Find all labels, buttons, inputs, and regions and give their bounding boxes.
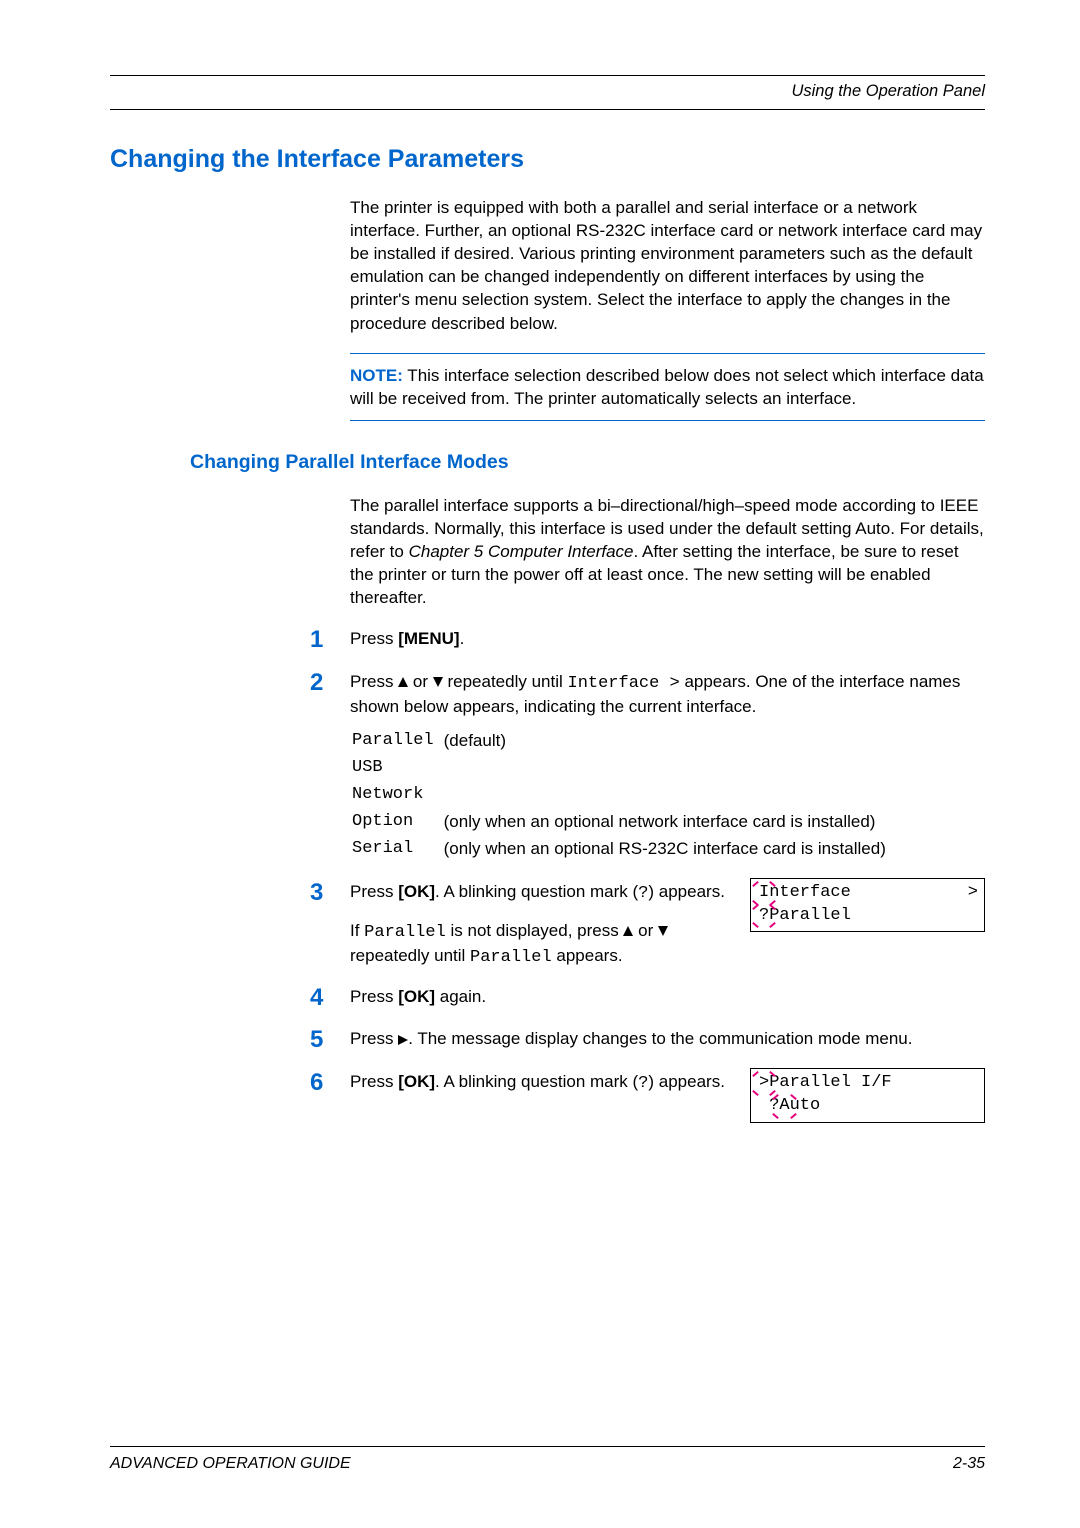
t: Parallel (769, 906, 851, 925)
code: Parallel (470, 948, 552, 967)
t: is not displayed, press (446, 921, 624, 940)
option-table: Parallel(default) USB Network Option(onl… (350, 726, 896, 864)
down-icon (658, 926, 668, 936)
t: A (779, 1096, 789, 1115)
t: or (408, 672, 433, 691)
t: ? (759, 906, 769, 925)
xref: Chapter 5 Computer Interface (409, 542, 634, 561)
step-body-5: Press . The message display changes to t… (350, 1027, 985, 1050)
heading-sub: Changing Parallel Interface Modes (190, 451, 985, 474)
blink-icon: > (759, 1072, 769, 1095)
t: or (633, 921, 658, 940)
table-row: Network (352, 782, 894, 807)
step-num-1: 1 (310, 627, 350, 653)
rule-top (110, 75, 985, 76)
step-body-2: Press or repeatedly until Interface > ap… (350, 670, 985, 864)
t: repeatedly until (350, 946, 470, 965)
t: . (460, 629, 465, 648)
c: Serial (352, 836, 442, 861)
t: > (968, 882, 978, 905)
right-icon (398, 1035, 408, 1045)
lcd-display-interface: Interface > ?Parallel (750, 878, 985, 933)
footer: ADVANCED OPERATION GUIDE 2-35 (110, 1446, 985, 1473)
t: If (350, 921, 364, 940)
t: Press (350, 882, 398, 901)
t: Press (350, 1072, 398, 1091)
qmark: ? (638, 1074, 648, 1093)
footer-left: ADVANCED OPERATION GUIDE (110, 1455, 351, 1473)
t: ) appears. (648, 1072, 725, 1091)
c: Network (352, 782, 442, 807)
t: Press (350, 672, 398, 691)
t: Parallel I/F (769, 1073, 891, 1092)
note-body: This interface selection described below… (350, 366, 984, 408)
t: ) appears. (648, 882, 725, 901)
step-num-3: 3 (310, 880, 350, 906)
c: (default) (444, 728, 894, 753)
t: repeatedly until (443, 672, 568, 691)
step-body-6: Press [OK]. A blinking question mark (?)… (350, 1070, 985, 1123)
lcd-display-parallel: >Parallel I/F ?Auto (750, 1068, 985, 1123)
up-icon (623, 926, 633, 936)
t: . A blinking question mark ( (435, 1072, 638, 1091)
sub-intro: The parallel interface supports a bi–dir… (350, 494, 985, 610)
key-ok: [OK] (398, 882, 435, 901)
table-row: Option(only when an optional network int… (352, 809, 894, 834)
up-icon (398, 677, 408, 687)
step-body-4: Press [OK] again. (350, 985, 985, 1008)
code: Parallel (364, 923, 446, 942)
key-ok: [OK] (398, 987, 435, 1006)
table-row: Parallel(default) (352, 728, 894, 753)
step-num-2: 2 (310, 670, 350, 696)
step-num-6: 6 (310, 1070, 350, 1096)
step-body-3: Press [OK]. A blinking question mark (?)… (350, 880, 985, 969)
footer-rule (110, 1446, 985, 1447)
key-ok: [OK] (398, 1072, 435, 1091)
note-rule-top (350, 353, 985, 354)
footer-right: 2-35 (953, 1455, 985, 1473)
blink-icon: A (779, 1095, 789, 1118)
t: . A blinking question mark ( (435, 882, 638, 901)
table-row: USB (352, 755, 894, 780)
step-num-5: 5 (310, 1027, 350, 1053)
note-rule-bottom (350, 420, 985, 421)
note-text: NOTE: This interface selection described… (350, 364, 985, 410)
t: nterface (769, 883, 851, 902)
key-menu: [MENU] (398, 629, 459, 648)
t: Press (350, 1029, 398, 1048)
heading-main: Changing the Interface Parameters (110, 145, 985, 174)
note-label: NOTE: (350, 366, 403, 385)
step-body-1: Press [MENU]. (350, 627, 985, 650)
running-header: Using the Operation Panel (110, 82, 985, 101)
blink-icon: ? (759, 905, 769, 928)
t: appears. (552, 946, 623, 965)
blink-icon: I (759, 882, 769, 905)
t: > (759, 1073, 769, 1092)
qmark: ? (638, 884, 648, 903)
table-row: Serial(only when an optional RS-232C int… (352, 836, 894, 861)
t: Press (350, 629, 398, 648)
t: again. (435, 987, 486, 1006)
down-icon (433, 677, 443, 687)
c: USB (352, 755, 442, 780)
t: I (759, 883, 769, 902)
code: Interface > (568, 674, 680, 693)
rule-under-header (110, 109, 985, 110)
intro-paragraph: The printer is equipped with both a para… (350, 196, 985, 335)
t: . The message display changes to the com… (408, 1029, 912, 1048)
c: Option (352, 809, 442, 834)
c: Parallel (352, 728, 442, 753)
c: (only when an optional RS-232C interface… (444, 836, 894, 861)
t: Press (350, 987, 398, 1006)
c: (only when an optional network interface… (444, 809, 894, 834)
step-num-4: 4 (310, 985, 350, 1011)
